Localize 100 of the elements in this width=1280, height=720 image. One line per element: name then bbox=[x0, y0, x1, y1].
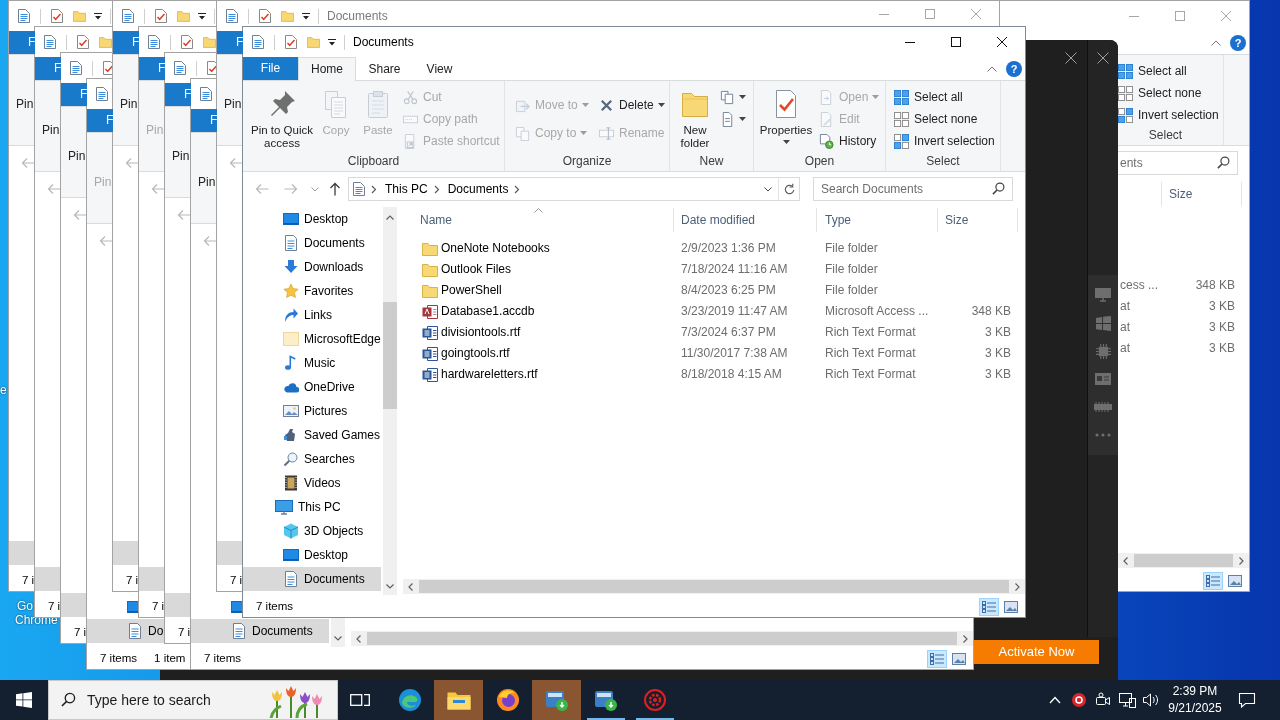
nav-item[interactable]: Documents bbox=[243, 231, 381, 255]
nav-item[interactable]: Music bbox=[243, 351, 381, 375]
file-row[interactable]: Database1.accdb 3/23/2019 11:47 AM Microsoft Access ... 348 KB bbox=[403, 301, 1025, 322]
back-arrow-icon[interactable] bbox=[229, 157, 243, 169]
checked-page-icon[interactable] bbox=[259, 9, 271, 23]
nav-item[interactable] bbox=[217, 541, 243, 565]
dropdown-icon[interactable] bbox=[328, 38, 336, 46]
file-row[interactable]: at 3 KB bbox=[1118, 296, 1249, 317]
dropdown-icon[interactable] bbox=[94, 12, 102, 20]
ribbon-button[interactable]: Invert selection bbox=[1118, 104, 1219, 126]
back-arrow-icon[interactable] bbox=[125, 157, 139, 169]
dropdown-icon[interactable] bbox=[198, 12, 206, 20]
ribbon-button[interactable]: Select none bbox=[894, 108, 995, 130]
ribbon-button[interactable]: Pin bbox=[198, 175, 216, 189]
breadcrumb-item[interactable]: Documents bbox=[447, 181, 509, 197]
nav-item[interactable]: Videos bbox=[243, 471, 381, 495]
back-arrow-icon[interactable] bbox=[203, 235, 217, 247]
ribbon-button[interactable]: Pin bbox=[120, 97, 138, 111]
ribbon-button[interactable]: Pin to Quick access bbox=[247, 86, 317, 153]
file-row[interactable]: Outlook Files 7/18/2024 11:16 AM File folder bbox=[403, 259, 1025, 280]
document-icon[interactable] bbox=[148, 35, 160, 49]
ribbon-button[interactable]: Pin bbox=[68, 149, 86, 163]
partial-tab[interactable]: F bbox=[87, 109, 113, 132]
nav-item[interactable]: OneDrive bbox=[243, 375, 381, 399]
ribbon-button[interactable]: Pin bbox=[16, 97, 34, 111]
network-icon[interactable] bbox=[1118, 692, 1136, 708]
nav-item[interactable]: Saved Games bbox=[243, 423, 381, 447]
document-icon[interactable] bbox=[174, 61, 186, 75]
partial-tab[interactable]: F bbox=[35, 57, 61, 80]
nav-item[interactable]: Downloads bbox=[243, 255, 381, 279]
checked-page-icon[interactable] bbox=[51, 9, 63, 23]
breadcrumb-item[interactable]: This PC bbox=[385, 181, 428, 197]
ellipsis-icon[interactable] bbox=[1095, 433, 1111, 437]
camera-icon[interactable] bbox=[1095, 692, 1111, 708]
ribbon-button[interactable]: Pin bbox=[42, 123, 60, 137]
back-arrow-icon[interactable] bbox=[151, 183, 165, 195]
partial-tab[interactable]: F bbox=[217, 31, 243, 54]
ribbon-button[interactable]: Pin bbox=[172, 149, 190, 163]
scrollbar-thumb[interactable] bbox=[419, 580, 1009, 593]
partial-tab[interactable]: F bbox=[191, 109, 217, 132]
help-button[interactable]: ? bbox=[1006, 60, 1022, 77]
document-icon[interactable] bbox=[252, 35, 264, 49]
nav-item[interactable]: This PC bbox=[243, 495, 381, 519]
ribbon-tab[interactable]: Home bbox=[298, 57, 356, 81]
chevron-down-icon[interactable] bbox=[764, 186, 772, 192]
nav-item[interactable]: Do bbox=[87, 619, 165, 643]
ribbon-tab[interactable]: File bbox=[243, 57, 298, 80]
file-row[interactable]: OneNote Notebooks 2/9/2023 1:36 PM File folder bbox=[403, 238, 1025, 259]
back-arrow-icon[interactable] bbox=[99, 235, 113, 247]
chevron-right-icon[interactable] bbox=[371, 184, 377, 194]
horizontal-scrollbar[interactable] bbox=[351, 631, 973, 646]
horizontal-scrollbar[interactable] bbox=[1118, 553, 1249, 568]
card-icon[interactable] bbox=[1095, 372, 1111, 386]
refresh-icon[interactable] bbox=[783, 182, 796, 196]
ribbon-button[interactable]: History bbox=[819, 130, 880, 152]
view-button[interactable] bbox=[979, 597, 999, 616]
column-header[interactable]: Size bbox=[938, 208, 1018, 232]
nav-item[interactable]: Links bbox=[243, 303, 381, 327]
nav-item[interactable]: Pictures bbox=[243, 399, 381, 423]
column-header[interactable]: Size bbox=[1162, 182, 1242, 206]
checked-page-icon[interactable] bbox=[77, 35, 89, 49]
scrollbar-thumb[interactable] bbox=[367, 632, 957, 645]
partial-tab[interactable]: F bbox=[9, 31, 35, 54]
ribbon-button[interactable]: Delete bbox=[599, 91, 665, 119]
windows-logo-icon[interactable] bbox=[1095, 315, 1111, 331]
ring-badge-icon[interactable] bbox=[1071, 692, 1087, 708]
checked-page-icon[interactable] bbox=[181, 35, 193, 49]
document-icon[interactable] bbox=[44, 35, 56, 49]
address-bar[interactable]: This PC Documents bbox=[348, 177, 800, 201]
partial-tab[interactable]: F bbox=[165, 83, 191, 106]
column-header[interactable]: Name bbox=[403, 208, 674, 232]
partial-tab[interactable]: F bbox=[113, 31, 139, 54]
speaker-icon[interactable] bbox=[1142, 692, 1160, 708]
dropdown-icon[interactable] bbox=[302, 12, 310, 20]
ribbon-tab[interactable]: Share bbox=[356, 57, 413, 80]
file-row[interactable]: at 3 KB bbox=[1118, 317, 1249, 338]
vertical-scrollbar[interactable] bbox=[383, 207, 397, 595]
ribbon-button[interactable]: New folder bbox=[675, 86, 715, 153]
document-icon[interactable] bbox=[96, 87, 108, 101]
checked-page-icon[interactable] bbox=[285, 35, 297, 49]
ribbon-tab[interactable]: View bbox=[413, 57, 466, 80]
nav-item[interactable]: Desktop bbox=[243, 207, 381, 231]
nav-item[interactable]: 3D Objects bbox=[243, 519, 381, 543]
ribbon-button[interactable]: Select all bbox=[894, 86, 995, 108]
search-field[interactable]: Search Documents bbox=[813, 177, 1013, 201]
document-icon[interactable] bbox=[200, 87, 212, 101]
nav-item[interactable]: Documents bbox=[243, 567, 381, 591]
back-arrow-icon[interactable] bbox=[21, 157, 35, 169]
monitor-icon[interactable] bbox=[1095, 288, 1111, 302]
back-arrow-icon[interactable] bbox=[177, 209, 191, 221]
view-button[interactable] bbox=[1203, 571, 1223, 590]
document-icon[interactable] bbox=[70, 61, 82, 75]
search-field[interactable]: Type here to search bbox=[48, 680, 338, 720]
chip-icon[interactable] bbox=[1095, 343, 1111, 359]
file-row[interactable]: PowerShell 8/4/2023 6:25 PM File folder bbox=[403, 280, 1025, 301]
partial-tab[interactable]: F bbox=[61, 83, 87, 106]
help-button[interactable]: ? bbox=[1230, 34, 1246, 51]
view-button[interactable] bbox=[927, 649, 947, 668]
ribbon-button[interactable]: Invert selection bbox=[894, 130, 995, 152]
column-header[interactable]: Type bbox=[817, 208, 938, 232]
